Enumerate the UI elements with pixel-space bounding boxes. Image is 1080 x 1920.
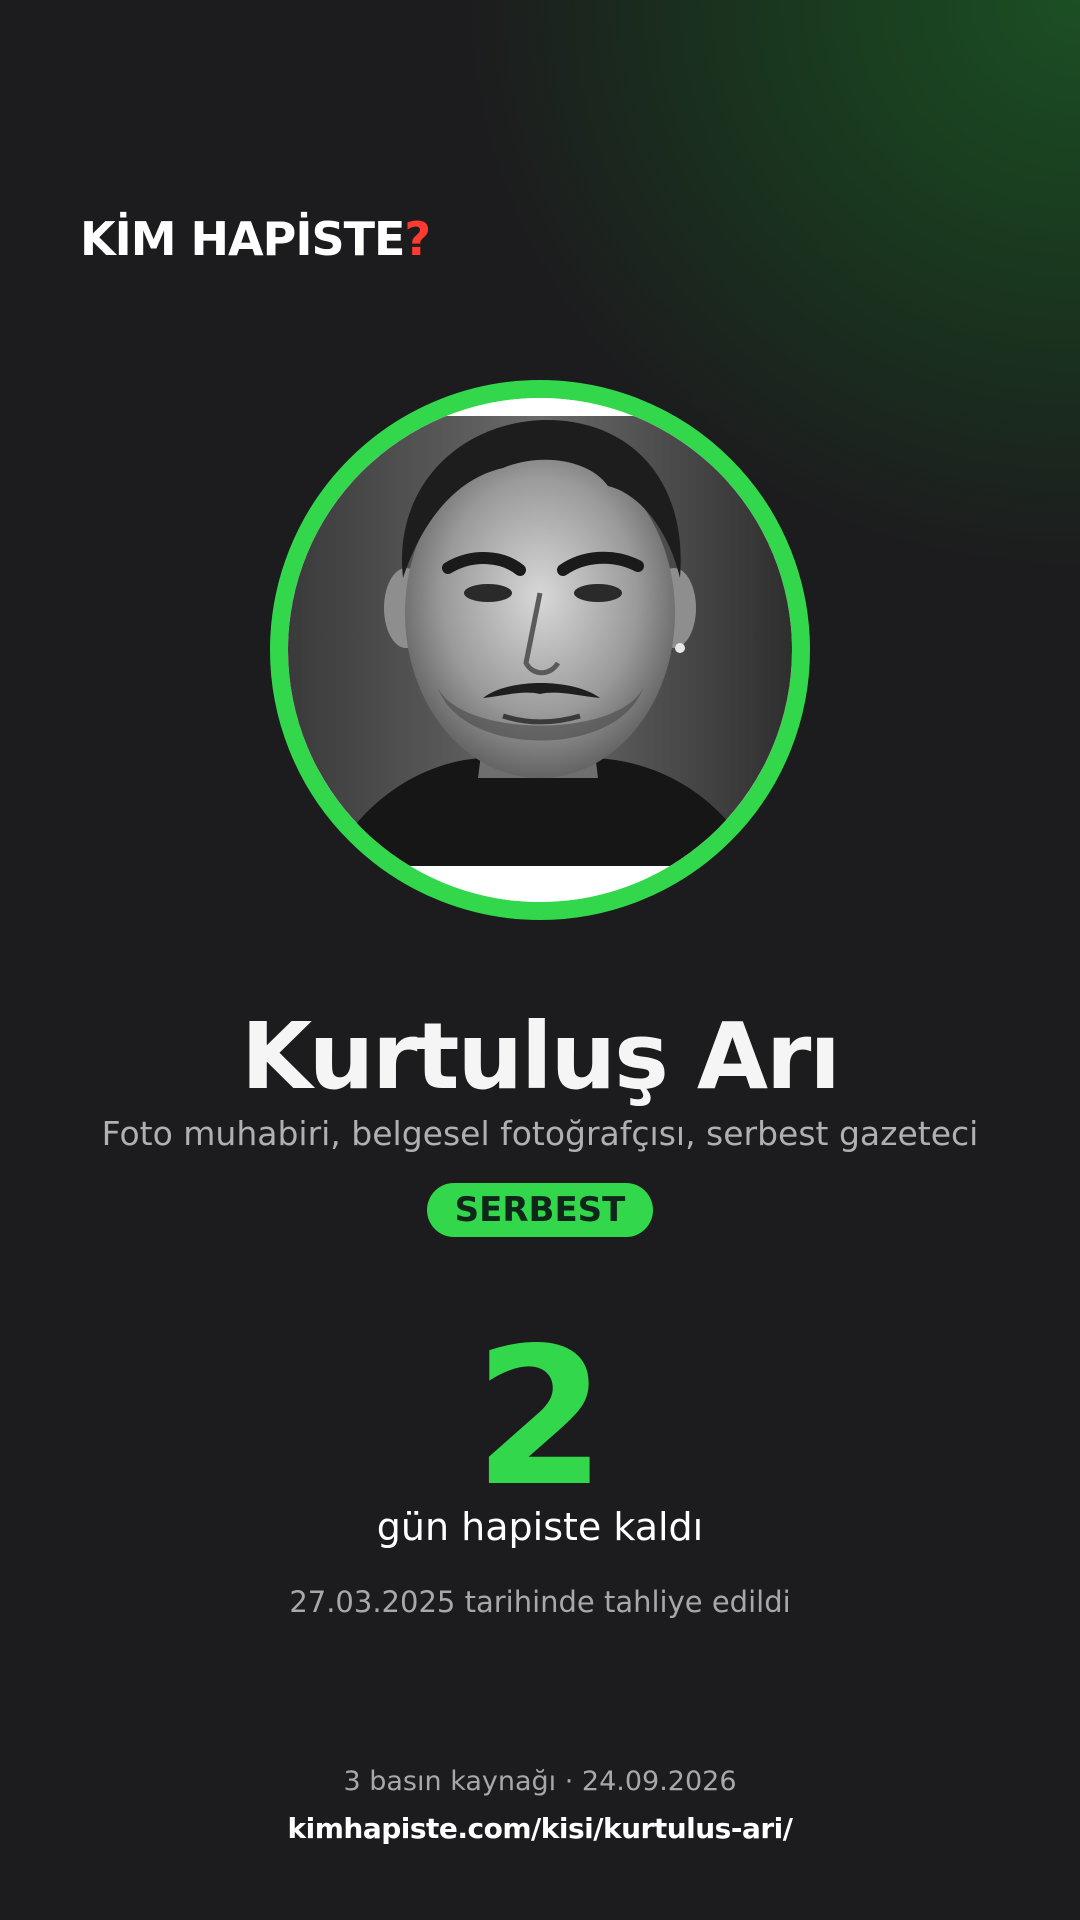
logo-question-mark: ?	[404, 212, 431, 266]
release-date-text: 27.03.2025 tarihinde tahliye edildi	[289, 1585, 791, 1619]
sources-info: 3 basın kaynağı · 24.09.2026	[343, 1766, 737, 1797]
status-badge-container: SERBEST	[0, 1183, 1080, 1237]
logo-text: KİM HAPİSTE	[80, 212, 405, 266]
portrait-photo	[288, 398, 792, 902]
avatar	[270, 380, 810, 920]
background-glow	[0, 0, 1080, 1920]
days-label: gün hapiste kaldı	[376, 1505, 704, 1549]
days-count: 2	[473, 1307, 607, 1528]
person-role: Foto muhabiri, belgesel fotoğrafçısı, se…	[101, 1114, 979, 1153]
profile-url-link[interactable]: kimhapiste.com/kisi/kurtulus-ari/	[0, 1809, 1080, 1849]
site-logo[interactable]: KİM HAPİSTE?	[80, 212, 431, 266]
person-name: Kurtuluş Arı	[241, 1003, 841, 1110]
status-badge: SERBEST	[426, 1183, 654, 1237]
